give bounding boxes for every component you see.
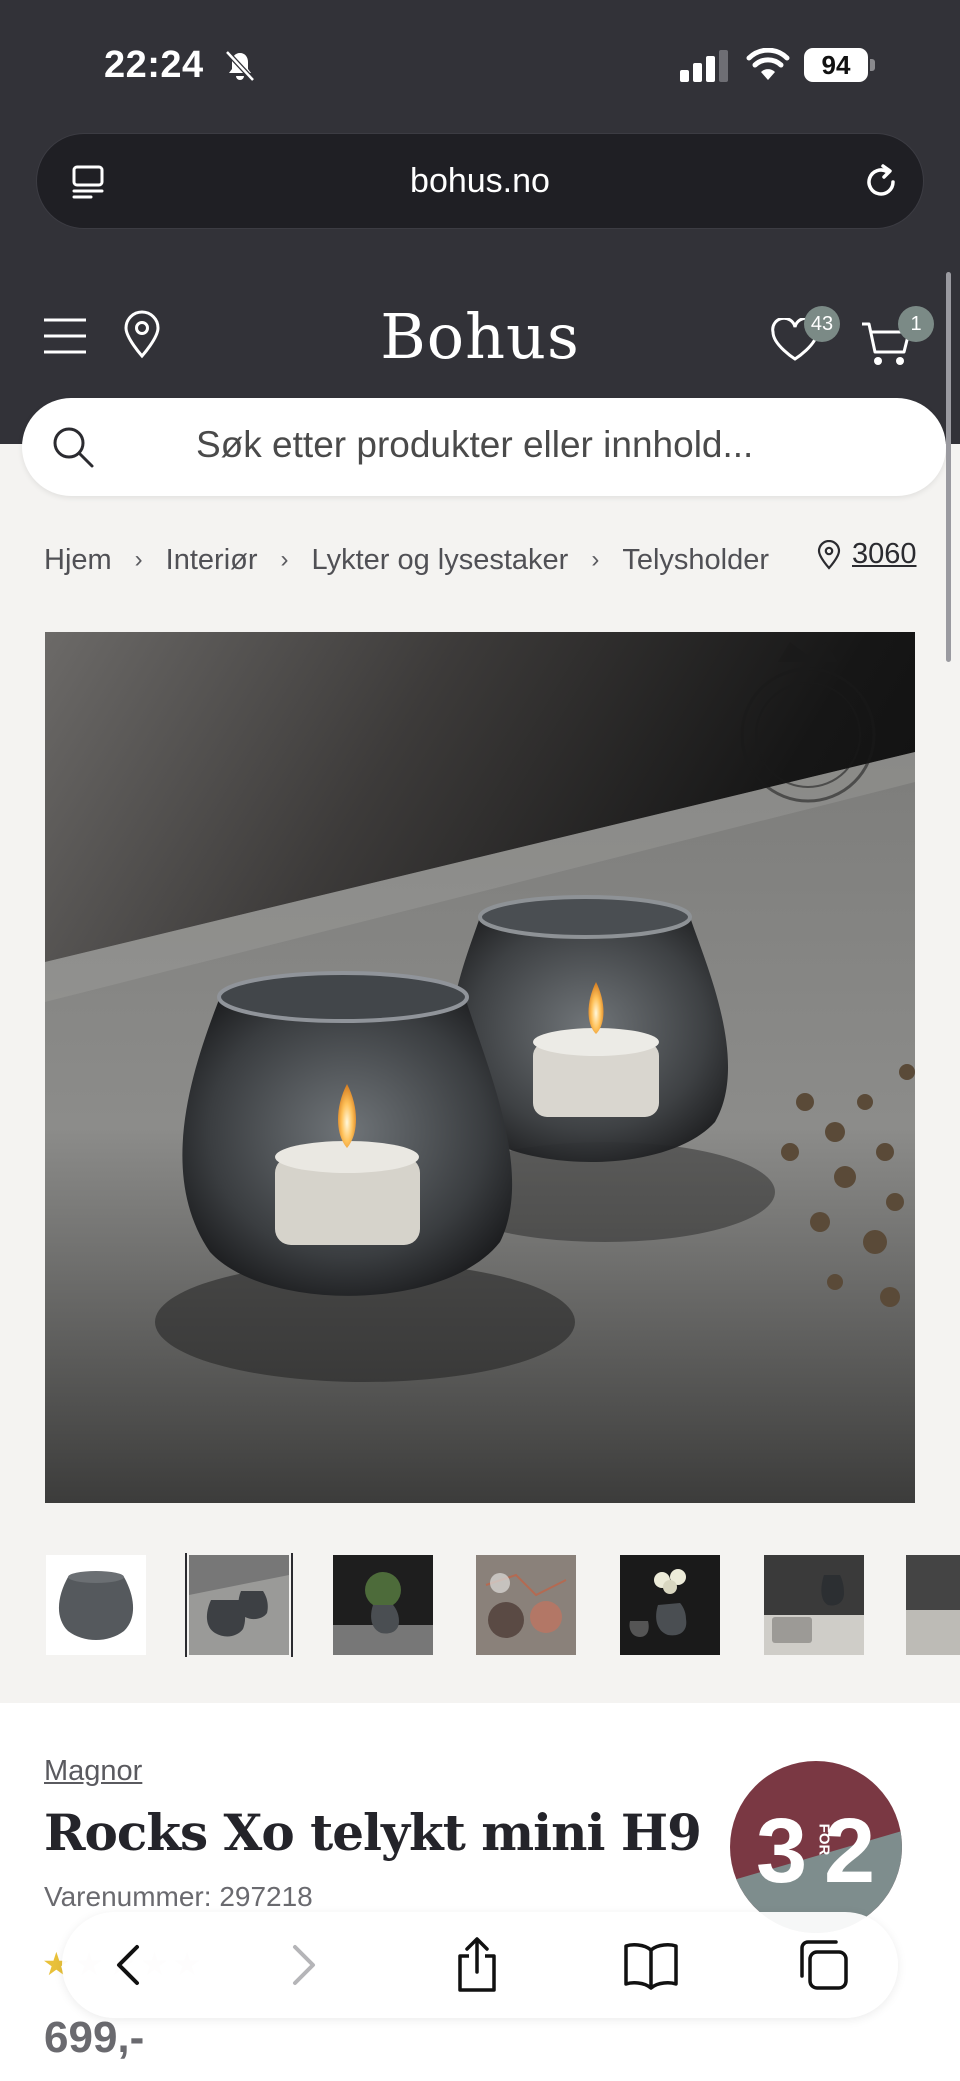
thumbnail-5[interactable]	[620, 1555, 720, 1655]
product-sku: Varenummer: 297218	[44, 1881, 313, 1912]
breadcrumb-home[interactable]: Hjem	[44, 544, 112, 577]
battery-indicator: 94	[804, 48, 875, 82]
thumbnail-7[interactable]	[906, 1555, 960, 1655]
chevron-right-icon	[293, 1945, 315, 1985]
favorites-button[interactable]: 43	[770, 306, 840, 370]
breadcrumb-lanterns[interactable]: Lykter og lysestaker	[312, 544, 569, 577]
site-navigation: Bohus 43 1	[0, 290, 960, 380]
thumbnail-image	[476, 1555, 576, 1655]
chevron-right-icon: ›	[591, 546, 600, 573]
product-info-card: Magnor Rocks Xo telykt mini H9 Varenumme…	[0, 1703, 960, 2081]
tabs-icon	[800, 1940, 848, 1990]
thumbnail-image	[620, 1555, 720, 1655]
wifi-icon	[746, 48, 790, 80]
book-icon	[624, 1943, 678, 1990]
promo-badge-3-for-2: 3 FOR 2	[730, 1761, 902, 1933]
share-button[interactable]	[446, 1934, 508, 1996]
search-input[interactable]: Søk etter produkter eller innhold...	[196, 424, 753, 466]
status-bar: 22:24 94	[0, 0, 960, 130]
thumbnail-3[interactable]	[333, 1555, 433, 1655]
share-icon	[458, 1937, 496, 1992]
location-pin-icon	[817, 539, 841, 570]
cart-count-badge: 1	[898, 306, 934, 342]
thumbnail-image	[189, 1555, 289, 1655]
forward-button[interactable]	[272, 1934, 334, 1996]
bookmarks-button[interactable]	[620, 1934, 682, 1996]
store-code[interactable]: 3060	[852, 538, 917, 571]
thumbnail-6[interactable]	[764, 1555, 864, 1655]
promo-buy-number: 3	[756, 1800, 808, 1902]
favorites-count-badge: 43	[804, 306, 840, 342]
breadcrumb-interior[interactable]: Interiør	[166, 544, 258, 577]
thumbnail-4[interactable]	[476, 1555, 576, 1655]
thumbnail-image	[58, 1571, 134, 1640]
reload-icon[interactable]	[859, 160, 903, 204]
store-selector[interactable]: 3060	[816, 538, 917, 571]
address-bar[interactable]: bohus.no	[36, 133, 924, 229]
product-price: 699,-	[44, 2013, 145, 2062]
search-icon	[53, 427, 94, 468]
thumbnail-image	[764, 1555, 864, 1655]
chevron-right-icon: ›	[134, 546, 143, 573]
promo-pay-number: 2	[824, 1800, 876, 1902]
breadcrumb-tealight-holder[interactable]: Telysholder	[622, 544, 769, 577]
breadcrumb: Hjem › Interiør › Lykter og lysestaker ›…	[44, 540, 769, 580]
bell-slash-icon	[225, 50, 255, 82]
tabs-button[interactable]	[792, 1934, 854, 1996]
cellular-signal-icon	[680, 50, 728, 82]
chevron-left-icon	[117, 1945, 139, 1985]
product-brand-link[interactable]: Magnor	[44, 1755, 142, 1788]
thumbnail-image	[906, 1555, 960, 1655]
browser-toolbar	[62, 1912, 898, 2018]
status-time: 22:24	[104, 44, 204, 86]
thumbnail-2[interactable]	[185, 1553, 293, 1657]
tealight-photo	[45, 632, 915, 1503]
url-text[interactable]: bohus.no	[37, 162, 923, 201]
battery-tip	[870, 59, 875, 71]
product-main-image[interactable]	[45, 632, 915, 1503]
chevron-right-icon: ›	[280, 546, 289, 573]
header-area: 22:24 94 bohus.no Bohus 43 1	[0, 0, 960, 444]
cart-button[interactable]: 1	[858, 306, 938, 370]
back-button[interactable]	[98, 1934, 160, 1996]
search-bar[interactable]: Søk etter produkter eller innhold...	[22, 398, 946, 496]
page-scrollbar[interactable]	[946, 272, 951, 662]
product-title: Rocks Xo telykt mini H9	[44, 1803, 702, 1862]
thumbnail-1[interactable]	[46, 1555, 146, 1655]
battery-level: 94	[804, 48, 868, 82]
thumbnail-image	[333, 1555, 433, 1655]
thumbnail-strip	[44, 1553, 960, 1657]
